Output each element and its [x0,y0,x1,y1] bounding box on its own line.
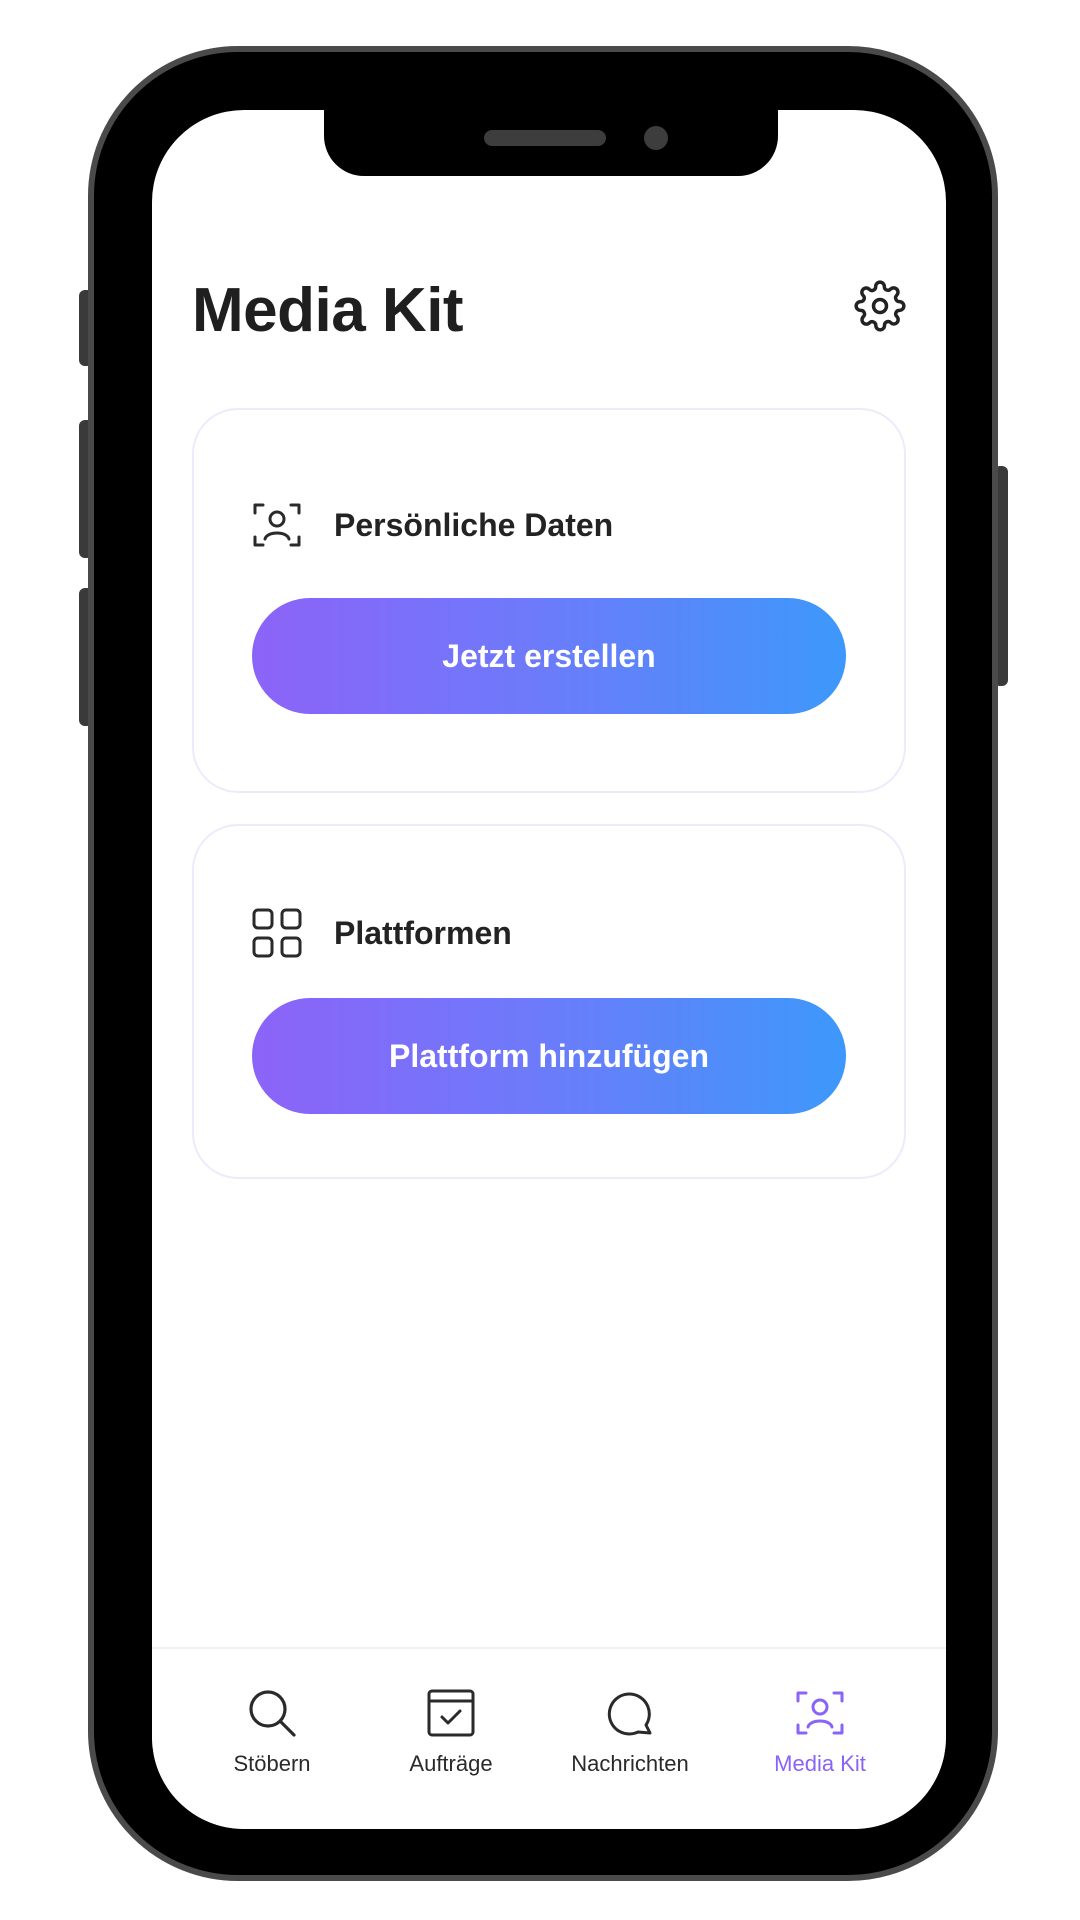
gear-icon [854,279,906,337]
bottom-tab-bar: Stöbern Aufträge Nachrichten Media Kit [152,1647,946,1829]
calendar-check-icon [421,1683,481,1743]
page-title: Media Kit [192,276,464,345]
grid-icon [250,906,304,960]
tab-media-kit[interactable]: Media Kit [740,1683,900,1777]
device-frame: Media Kit Persönliche Daten Jetzt erstel… [0,0,1080,1920]
platforms-header: Plattformen [250,906,512,960]
add-platform-button[interactable]: Plattform hinzufügen [252,998,846,1114]
tab-label: Media Kit [774,1751,866,1776]
chat-bubble-icon [600,1683,660,1743]
platforms-card: Plattformen Plattform hinzufügen [192,824,906,1179]
phone-body: Media Kit Persönliche Daten Jetzt erstel… [88,46,998,1881]
personal-data-title: Persönliche Daten [334,506,614,543]
personal-data-header: Persönliche Daten [250,498,613,552]
app-screen: Media Kit Persönliche Daten Jetzt erstel… [152,110,946,1829]
platforms-title: Plattformen [334,914,512,951]
user-scan-icon [790,1683,850,1743]
create-now-button[interactable]: Jetzt erstellen [252,598,846,714]
notch [324,110,778,176]
tab-label: Nachrichten [571,1751,689,1776]
tab-nachrichten[interactable]: Nachrichten [550,1683,710,1777]
tab-stoebern[interactable]: Stöbern [192,1683,352,1777]
front-camera [644,126,668,150]
user-scan-icon [250,498,304,552]
tab-auftraege[interactable]: Aufträge [371,1683,531,1777]
speaker [484,130,606,146]
personal-data-card: Persönliche Daten Jetzt erstellen [192,408,906,793]
tab-label: Aufträge [409,1751,493,1776]
settings-button[interactable] [852,279,908,337]
search-icon [242,1683,302,1743]
tab-label: Stöbern [233,1751,311,1776]
